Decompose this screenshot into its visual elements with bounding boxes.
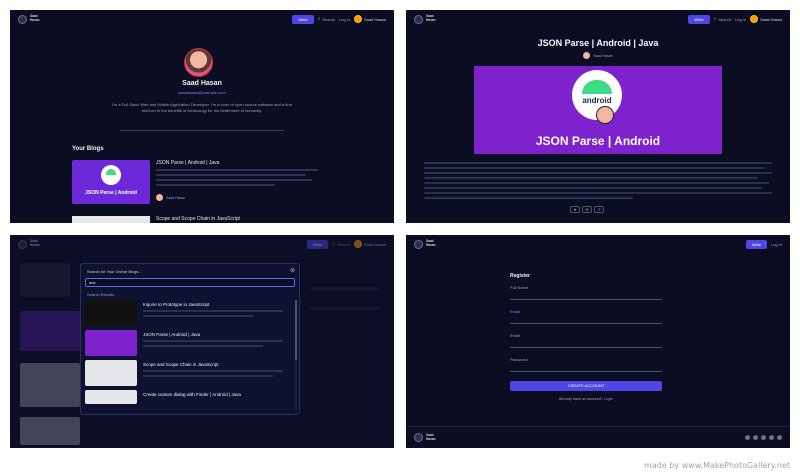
search-result[interactable]: JSON Parse | Android | Java (85, 330, 293, 356)
login-prompt: Already have an account? Login (558, 397, 614, 401)
post-actions: ♥ ✉ ↗ (570, 206, 604, 213)
top-nav: Saad Hasan Write ⌕ Search Log in Saad Has… (10, 10, 394, 28)
profile-bio: I'm a Full Stack Web and Mobile Applicat… (112, 102, 292, 113)
write-button[interactable]: Write (745, 239, 768, 249)
blog-thumbnail (72, 216, 150, 223)
footer: Saad Hasan (406, 426, 790, 448)
blog-card[interactable]: JSON Parse | Android JSON Parse | Androi… (72, 160, 332, 210)
blog-title[interactable]: Scope and Scope Chain in JavaScript (156, 216, 240, 222)
results-label: Search Results (87, 292, 115, 297)
logo-icon (18, 14, 27, 24)
search-link[interactable]: ⌕Search (318, 16, 336, 22)
android-logo-icon (101, 165, 121, 185)
author-row: Saad Hasan (156, 194, 185, 201)
post-title: JSON Parse | Android | Java (537, 38, 659, 48)
field-label: Email (510, 309, 521, 314)
field-label: Password (510, 357, 528, 362)
author-avatar (156, 194, 163, 201)
write-button[interactable]: Write (688, 14, 710, 24)
logo[interactable]: Saad Hasan (414, 14, 444, 24)
top-nav: Saad Hasan Write ⌕ Search Log in Saad Has… (406, 10, 790, 28)
logo-icon (414, 239, 423, 249)
watermark: made by www.MakePhotoGallery.net (644, 461, 790, 470)
profile-screen: Saad Hasan Write ⌕ Search Log in Saad Has… (10, 10, 394, 223)
logo[interactable]: Saad Hasan (18, 14, 48, 24)
social-links (745, 435, 782, 440)
result-thumbnail (85, 360, 137, 386)
excerpt-line (156, 179, 313, 181)
search-result[interactable]: Scope and Scope Chain in JavaScript (85, 360, 293, 386)
footer-logo[interactable]: Saad Hasan (414, 433, 444, 442)
profile-avatar (184, 48, 213, 77)
top-nav: Saad Hasan Write Log in (406, 235, 790, 253)
author-photo (596, 106, 614, 124)
search-modal: Search for Your Online Blogs... ⊗ ava Se… (80, 263, 300, 415)
login-link[interactable]: Log in (339, 17, 350, 22)
write-button[interactable]: Write (292, 14, 314, 24)
excerpt-line (156, 174, 306, 176)
avatar (749, 15, 758, 23)
close-icon[interactable]: ⊗ (290, 267, 295, 274)
logo-icon (414, 14, 423, 24)
password-field[interactable] (510, 371, 662, 372)
scrollbar-thumb[interactable] (295, 300, 297, 360)
like-icon[interactable]: ♥ (570, 206, 580, 213)
comment-icon[interactable]: ✉ (582, 206, 592, 213)
blog-thumbnail: JSON Parse | Android (72, 160, 150, 204)
search-icon: ⌕ (317, 16, 321, 22)
twitter-icon[interactable] (761, 435, 766, 440)
author-avatar (583, 52, 591, 59)
search-icon: ⌕ (713, 16, 717, 22)
github-icon[interactable] (745, 435, 750, 440)
search-input[interactable]: ava (85, 278, 295, 287)
modal-title: Search for Your Online Blogs... (87, 269, 142, 274)
section-title: Your Blogs (72, 146, 104, 152)
post-body (424, 162, 772, 202)
email-field[interactable] (510, 347, 662, 348)
email-field[interactable] (510, 323, 662, 324)
search-result[interactable]: Create custom dialog with Finder | Andro… (85, 390, 293, 416)
search-screen: Saad Hasan Write ⌕Search Saad Hasan Sear… (10, 235, 394, 448)
logo[interactable]: Saad Hasan (414, 239, 444, 249)
create-account-button[interactable]: CREATE ACCOUNT (510, 381, 662, 391)
register-screen: Saad Hasan Write Log in Register Full Na… (406, 235, 790, 448)
profile-name: Saad Hasan (182, 80, 222, 87)
excerpt-line (156, 169, 318, 171)
login-link[interactable]: Log in (735, 17, 746, 22)
excerpt-line (156, 184, 275, 186)
logo-text: Saad Hasan (30, 14, 40, 22)
form-title: Register (510, 273, 531, 279)
login-link[interactable]: Log in (771, 242, 782, 247)
field-label: Email (510, 333, 521, 338)
post-cover-image: android JSON Parse | Android (474, 66, 722, 154)
logo-icon (414, 433, 423, 442)
field-label: Full Name (510, 285, 529, 290)
share-icon[interactable]: ↗ (594, 206, 604, 213)
post-meta: Saad Hasan (406, 52, 790, 59)
user-menu[interactable]: Saad Hasan (353, 15, 386, 23)
login-link[interactable]: Login (604, 397, 613, 401)
search-link[interactable]: ⌕Search (714, 16, 732, 22)
instagram-icon[interactable] (753, 435, 758, 440)
full-name-field[interactable] (510, 299, 662, 300)
android-head-icon (106, 169, 116, 175)
profile-email[interactable]: saadhasan@example.com (10, 90, 394, 95)
blog-card[interactable]: Scope and Scope Chain in JavaScript (72, 214, 332, 223)
youtube-icon[interactable] (777, 435, 782, 440)
avatar (353, 15, 362, 23)
result-thumbnail (85, 390, 137, 404)
divider (120, 130, 284, 131)
blog-title[interactable]: JSON Parse | Android | Java (156, 160, 326, 166)
pinterest-icon[interactable] (769, 435, 774, 440)
result-thumbnail (85, 330, 137, 356)
post-screen: Saad Hasan Write ⌕ Search Log in Saad Has… (406, 10, 790, 223)
result-thumbnail (85, 300, 137, 326)
search-result[interactable]: Inquire to Prototype in JavaScript (85, 300, 293, 326)
user-menu[interactable]: Saad Hasan (749, 15, 782, 23)
